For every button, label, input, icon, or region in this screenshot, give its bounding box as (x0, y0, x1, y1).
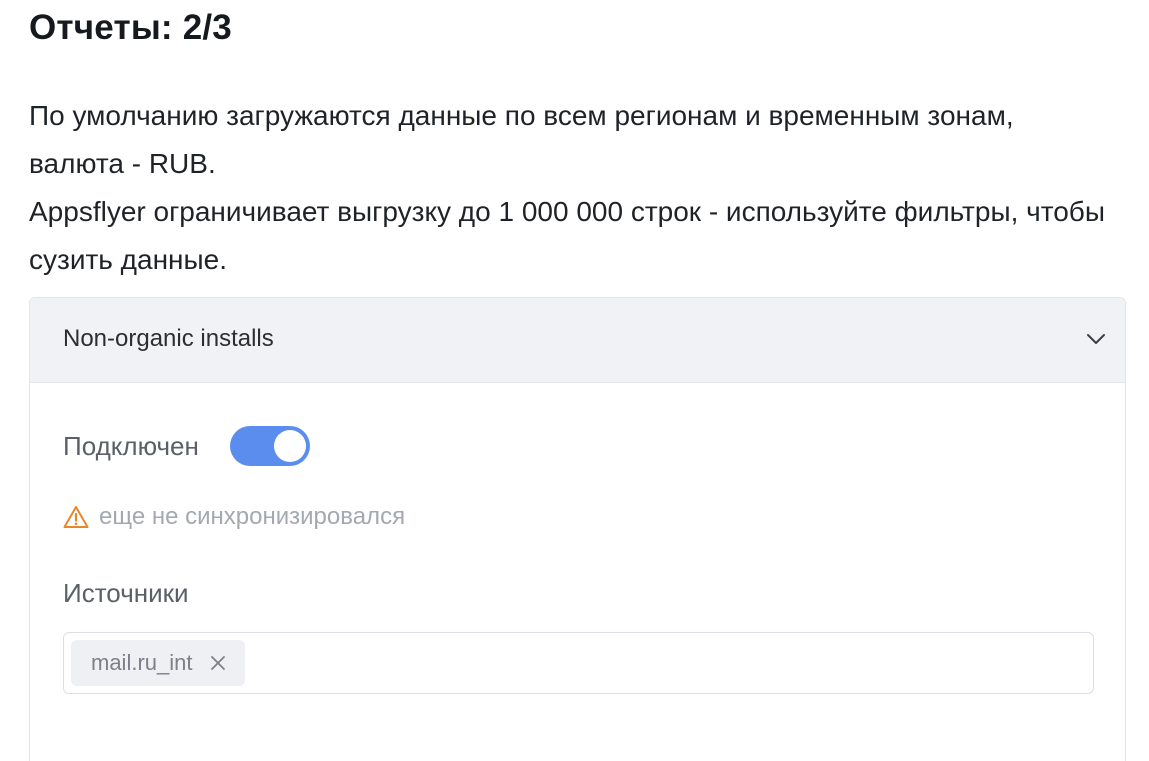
report-name: Non-organic installs (63, 325, 274, 352)
source-chip-label: mail.ru_int (91, 650, 193, 675)
sources-label: Источники (63, 578, 189, 608)
sync-status: еще не синхронизировался (63, 503, 405, 531)
page: Отчеты: 2/3 По умолчанию загружаются дан… (0, 0, 1149, 761)
connected-label: Подключен (63, 430, 199, 461)
source-chip: mail.ru_int (71, 640, 246, 686)
toggle-knob (273, 430, 306, 462)
close-icon[interactable] (210, 655, 226, 671)
report-accordion-header[interactable]: Non-organic installs (30, 298, 1125, 383)
connected-row: Подключен (63, 426, 310, 466)
description-line-defaults: По умолчанию загружаются данные по всем … (29, 100, 1014, 179)
description-line-limit: Appsflyer ограничивает выгрузку до 1 000… (29, 196, 1105, 275)
connected-toggle[interactable] (229, 426, 310, 466)
sources-select[interactable]: mail.ru_int (63, 632, 1094, 694)
chevron-down-icon[interactable] (1085, 328, 1107, 350)
warning-icon (63, 506, 89, 528)
report-card: Non-organic installs Подключен еще не си… (29, 297, 1126, 761)
sync-status-text: еще не синхронизировался (99, 503, 406, 530)
page-title: Отчеты: 2/3 (29, 8, 232, 47)
description: По умолчанию загружаются данные по всем … (29, 92, 1109, 284)
